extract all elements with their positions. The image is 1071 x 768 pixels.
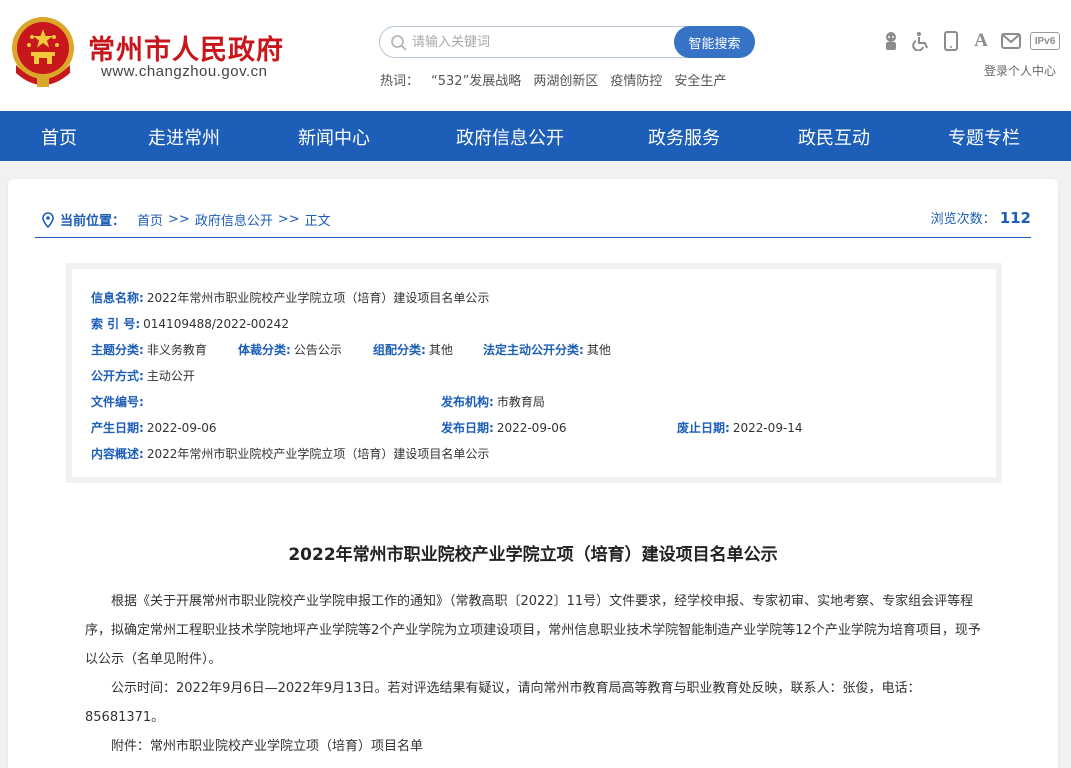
nav-gov-info[interactable]: 政府信息公开 bbox=[456, 124, 564, 150]
hot-words: 热词： “532”发展战略 两湖创新区 疫情防控 安全生产 bbox=[380, 70, 726, 89]
meta-org-class: 组配分类: 其他 bbox=[373, 341, 453, 358]
meta-label: 内容概述: bbox=[91, 447, 144, 461]
breadcrumb-separator: >> bbox=[168, 212, 190, 227]
meta-value: 014109488/2022-00242 bbox=[143, 317, 289, 331]
mobile-icon[interactable] bbox=[940, 30, 962, 52]
hot-words-label: 热词： bbox=[380, 74, 420, 89]
meta-summary-row: 内容概述: 2022年常州市职业院校产业学院立项（培育）建设项目名单公示 bbox=[91, 445, 489, 462]
meta-mode-row: 公开方式: 主动公开 bbox=[91, 367, 195, 384]
meta-label: 发布日期: bbox=[441, 421, 494, 435]
meta-index-row: 索 引 号: 014109488/2022-00242 bbox=[91, 315, 289, 332]
login-link[interactable]: 登录个人中心 bbox=[984, 62, 1056, 79]
elder-care-icon[interactable] bbox=[880, 30, 902, 52]
meta-label: 发布机构: bbox=[441, 395, 494, 409]
meta-value: 2022-09-14 bbox=[732, 421, 803, 435]
accessibility-icon[interactable] bbox=[910, 30, 932, 52]
nav-about-changzhou[interactable]: 走进常州 bbox=[148, 124, 220, 150]
hot-word-link[interactable]: “532”发展战略 bbox=[431, 70, 521, 89]
nav-services[interactable]: 政务服务 bbox=[648, 124, 720, 150]
location-pin-icon bbox=[42, 211, 54, 228]
meta-label: 文件编号: bbox=[91, 395, 144, 409]
smart-search-button[interactable]: 智能搜索 bbox=[674, 26, 755, 58]
search-icon bbox=[391, 35, 407, 51]
meta-genre: 体裁分类: 公告公示 bbox=[238, 341, 342, 358]
breadcrumb-separator: >> bbox=[277, 212, 300, 227]
meta-value: 主动公开 bbox=[146, 369, 195, 383]
meta-doc-no-row: 文件编号: bbox=[91, 393, 147, 410]
meta-value: 2022年常州市职业院校产业学院立项（培育）建设项目名单公示 bbox=[146, 291, 490, 305]
meta-label: 主题分类: bbox=[91, 343, 144, 357]
hot-word-link[interactable]: 安全生产 bbox=[674, 70, 726, 89]
nav-interaction[interactable]: 政民互动 bbox=[798, 124, 870, 150]
view-count-value: 112 bbox=[999, 209, 1031, 227]
meta-label: 法定主动公开分类: bbox=[483, 343, 584, 357]
meta-label: 索 引 号: bbox=[91, 317, 141, 331]
meta-value: 其他 bbox=[586, 343, 611, 357]
meta-name-row: 信息名称: 2022年常州市职业院校产业学院立项（培育）建设项目名单公示 bbox=[91, 289, 489, 306]
meta-published: 发布日期: 2022-09-06 bbox=[441, 419, 567, 436]
national-emblem-logo[interactable] bbox=[10, 15, 76, 89]
meta-value: 市教育局 bbox=[496, 395, 545, 409]
meta-value: 2022-09-06 bbox=[146, 421, 217, 435]
meta-class-row: 主题分类: 非义务教育 bbox=[91, 341, 207, 358]
breadcrumb-gov-info[interactable]: 政府信息公开 bbox=[195, 210, 273, 229]
hot-word-link[interactable]: 两湖创新区 bbox=[533, 70, 598, 89]
view-count-label: 浏览次数： bbox=[930, 212, 996, 227]
meta-value: 非义务教育 bbox=[146, 343, 207, 357]
meta-legal-class: 法定主动公开分类: 其他 bbox=[483, 341, 611, 358]
meta-value: 其他 bbox=[428, 343, 453, 357]
meta-expire: 废止日期: 2022-09-14 bbox=[677, 419, 803, 436]
meta-label: 废止日期: bbox=[677, 421, 730, 435]
mail-icon[interactable] bbox=[1000, 30, 1022, 52]
breadcrumb-home[interactable]: 首页 bbox=[137, 210, 163, 229]
article-paragraph: 公示时间：2022年9月6日—2022年9月13日。若对评选结果有疑议，请向常州… bbox=[85, 681, 921, 725]
meta-label: 产生日期: bbox=[91, 421, 144, 435]
meta-publisher: 发布机构: 市教育局 bbox=[441, 393, 545, 410]
site-url: www.changzhou.gov.cn bbox=[101, 63, 268, 80]
meta-label: 组配分类: bbox=[373, 343, 426, 357]
content-card: 当前位置： 首页 >> 政府信息公开 >> 正文 浏览次数： 112 信息名称: 2… bbox=[8, 179, 1058, 768]
nav-news[interactable]: 新闻中心 bbox=[298, 124, 370, 150]
breadcrumb-current[interactable]: 正文 bbox=[305, 210, 331, 229]
article-title: 2022年常州市职业院校产业学院立项（培育）建设项目名单公示 bbox=[288, 545, 778, 565]
toolbar: A IPv6 bbox=[880, 30, 1060, 52]
article-paragraph: 根据《关于开展常州市职业院校产业学院申报工作的通知》（常教高职〔2022〕11号… bbox=[85, 594, 981, 667]
nav-topics[interactable]: 专题专栏 bbox=[948, 124, 1020, 150]
meta-value: 公告公示 bbox=[293, 343, 342, 357]
site-name: 常州市人民政府 bbox=[88, 35, 284, 66]
meta-label: 信息名称: bbox=[91, 291, 144, 305]
breadcrumb-label: 当前位置： bbox=[60, 214, 126, 229]
ipv6-badge[interactable]: IPv6 bbox=[1030, 32, 1060, 50]
breadcrumb: 当前位置： 首页 >> 政府信息公开 >> 正文 bbox=[41, 210, 331, 229]
info-metadata-panel: 信息名称: 2022年常州市职业院校产业学院立项（培育）建设项目名单公示 索 引 … bbox=[66, 263, 1002, 483]
hot-word-link[interactable]: 疫情防控 bbox=[610, 70, 662, 89]
font-size-icon[interactable]: A bbox=[970, 30, 992, 52]
meta-created-row: 产生日期: 2022-09-06 bbox=[91, 419, 217, 436]
search-box: 智能搜索 bbox=[379, 26, 755, 58]
search-input[interactable] bbox=[412, 32, 672, 52]
breadcrumb-bar: 当前位置： 首页 >> 政府信息公开 >> 正文 浏览次数： 112 bbox=[35, 208, 1031, 238]
meta-value: 2022-09-06 bbox=[496, 421, 567, 435]
main-nav: 首页 走进常州 新闻中心 政府信息公开 政务服务 政民互动 专题专栏 bbox=[0, 111, 1071, 161]
meta-value: 2022年常州市职业院校产业学院立项（培育）建设项目名单公示 bbox=[146, 447, 490, 461]
meta-label: 公开方式: bbox=[91, 369, 144, 383]
meta-label: 体裁分类: bbox=[238, 343, 291, 357]
article-attachment[interactable]: 附件：常州市职业院校产业学院立项（培育）项目名单 bbox=[85, 732, 985, 761]
view-count: 浏览次数： 112 bbox=[931, 208, 1031, 227]
site-header: 常州市人民政府 www.changzhou.gov.cn 智能搜索 热词： “5… bbox=[0, 0, 1071, 111]
nav-home[interactable]: 首页 bbox=[41, 124, 77, 150]
